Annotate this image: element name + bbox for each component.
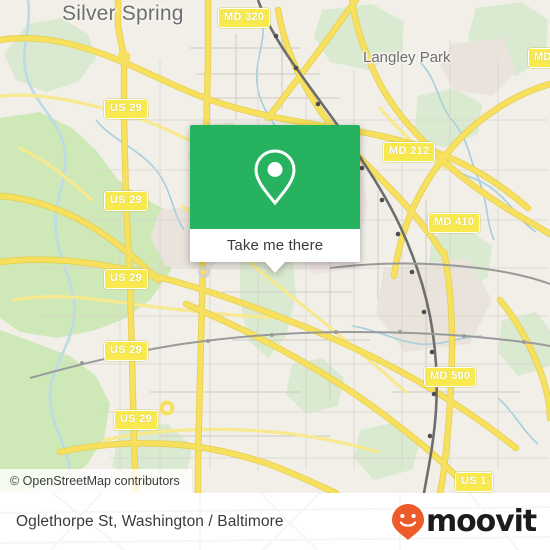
page-title: Oglethorpe St, Washington / Baltimore: [16, 512, 284, 530]
moovit-smiley-pin-icon: [391, 503, 424, 540]
road-shield-md-320: MD 320: [218, 8, 271, 28]
footer-bar: Oglethorpe St, Washington / Baltimore mo…: [0, 493, 550, 550]
road-shield-us-1: US 1: [455, 472, 493, 492]
popup-pointer: [265, 262, 285, 273]
place-label-text: Langley Park: [363, 49, 451, 66]
take-me-there-label: Take me there: [226, 237, 324, 254]
map-pin-icon: [254, 149, 296, 206]
road-shield-md-500: MD 500: [424, 367, 477, 387]
road-shield-md-edge: MD: [528, 48, 550, 68]
road-shield-md-212: MD 212: [383, 142, 436, 162]
location-popup[interactable]: Take me there: [190, 125, 360, 273]
place-label-silver-spring: Silver Spring: [62, 2, 184, 25]
road-shield-us-29-1: US 29: [104, 99, 149, 119]
road-shield-us-29-4: US 29: [104, 341, 149, 361]
map-canvas[interactable]: .park { fill:#cfe8b8; } .park2 { fill:#d…: [0, 0, 550, 493]
take-me-there-button[interactable]: Take me there: [190, 229, 360, 262]
road-shield-us-29-2: US 29: [104, 191, 149, 211]
road-shield-us-29-5: US 29: [114, 410, 159, 430]
road-shield-md-410: MD 410: [428, 213, 481, 233]
moovit-wordmark: moovit: [425, 503, 537, 539]
road-shield-us-29-3: US 29: [104, 269, 149, 289]
place-label-langley-park: Langley Park: [363, 49, 451, 66]
popup-header: [190, 125, 360, 229]
osm-attribution[interactable]: © OpenStreetMap contributors: [0, 469, 192, 493]
moovit-logo[interactable]: moovit: [391, 503, 537, 541]
osm-attribution-text: © OpenStreetMap contributors: [10, 474, 180, 488]
moovit-map-screen: .park { fill:#cfe8b8; } .park2 { fill:#d…: [0, 0, 550, 550]
